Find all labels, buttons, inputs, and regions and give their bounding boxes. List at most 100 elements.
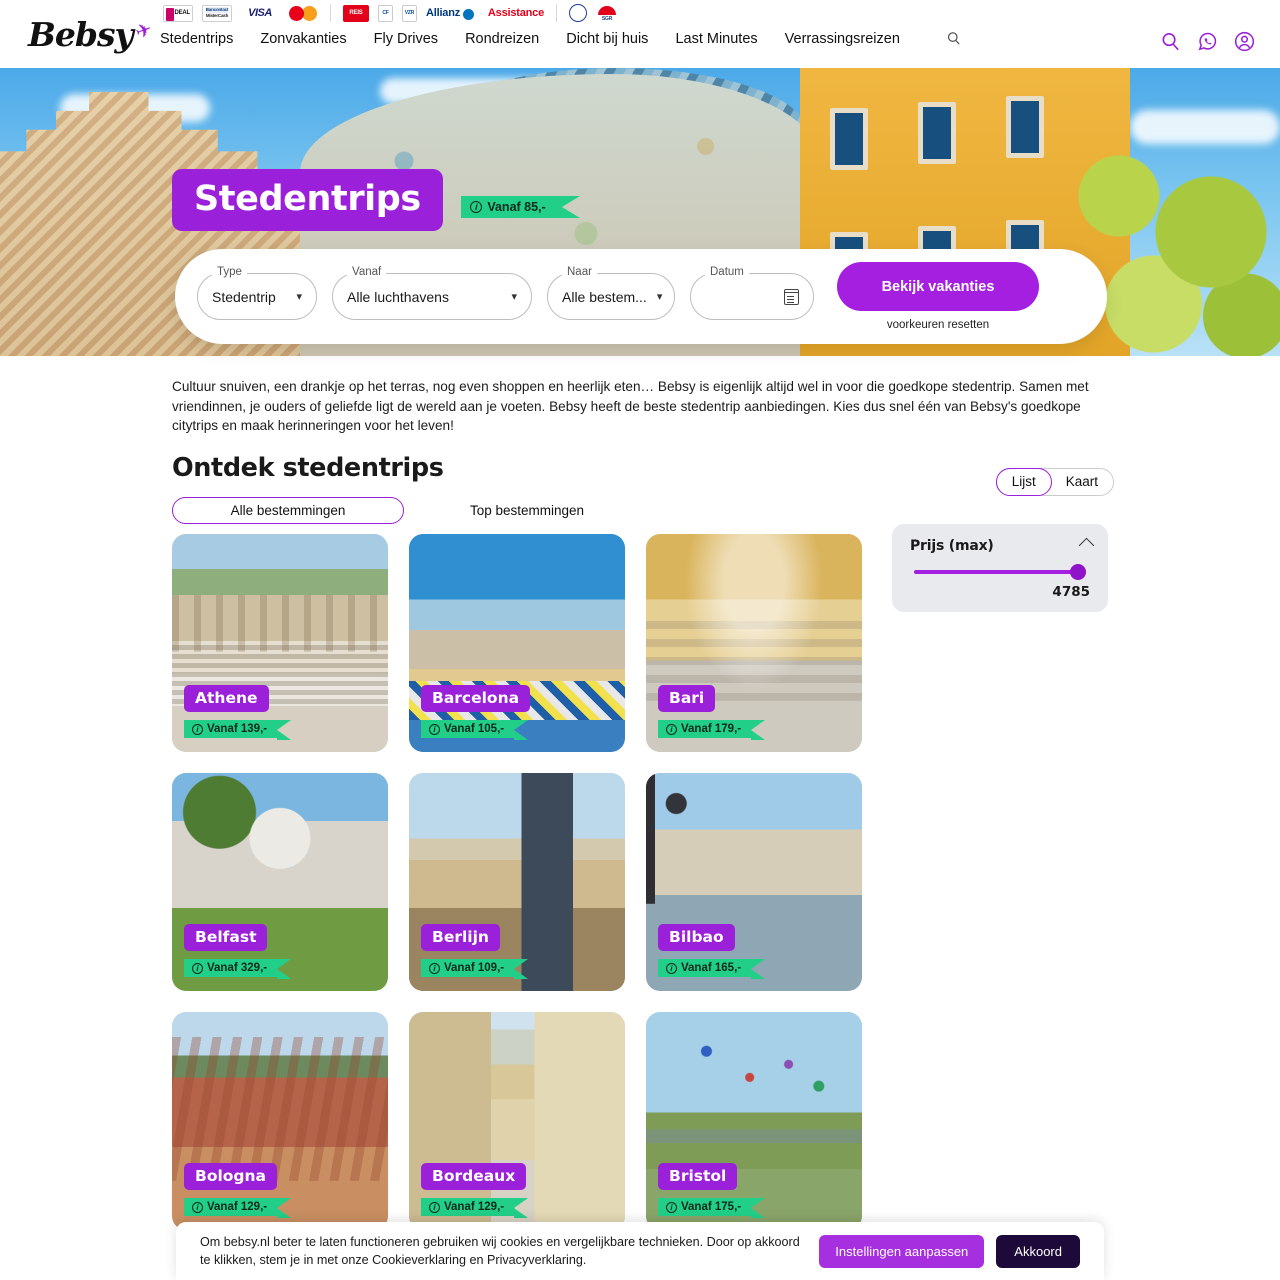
card-city-label: Bologna <box>184 1163 278 1190</box>
bancontact-mistercash-logo: Bancontact MisterCash <box>202 4 232 22</box>
type-label: Type <box>212 266 247 278</box>
info-icon: i <box>192 962 203 974</box>
nav-item-dicht-bij-huis[interactable]: Dicht bij huis <box>566 31 648 47</box>
card-price-ribbon: i Vanaf 109,- <box>421 958 529 979</box>
nav-item-stedentrips[interactable]: Stedentrips <box>160 31 233 47</box>
info-icon: i <box>429 723 440 735</box>
card-price-label: Vanaf 165,- <box>681 962 742 974</box>
view-toggle-list[interactable]: Lijst <box>995 468 1052 496</box>
nav-item-zonvakanties[interactable]: Zonvakanties <box>260 31 346 47</box>
card-price-label: Vanaf 105,- <box>444 723 505 735</box>
card-price-label: Vanaf 109,- <box>444 962 505 974</box>
destination-card-barcelona[interactable]: Barcelona i Vanaf 105,- <box>409 534 625 752</box>
card-price-label: Vanaf 139,- <box>207 723 268 735</box>
card-price-ribbon: i Vanaf 129,- <box>421 1197 529 1218</box>
destination-card-athene[interactable]: Athene i Vanaf 139,- <box>172 534 388 752</box>
tab-top-bestemmingen[interactable]: Top bestemmingen <box>470 503 584 518</box>
info-icon: i <box>192 1201 203 1213</box>
hero-title-block: Stedentrips i Vanaf 85,- <box>172 169 581 231</box>
hero-price-label: Vanaf 85,- <box>487 200 546 214</box>
mastercard-logo <box>288 4 318 22</box>
card-price-ribbon: i Vanaf 329,- <box>184 958 292 979</box>
destination-card-belfast[interactable]: Belfast i Vanaf 329,- <box>172 773 388 991</box>
cookie-settings-button[interactable]: Instellingen aanpassen <box>819 1234 985 1268</box>
price-slider-handle[interactable] <box>1070 564 1086 580</box>
card-city-label: Belfast <box>184 924 268 951</box>
card-city-label: Athene <box>184 685 269 712</box>
view-toggle-map[interactable]: Kaart <box>1051 469 1113 495</box>
tab-alle-bestemmingen[interactable]: Alle bestemmingen <box>172 497 404 524</box>
price-slider[interactable] <box>914 564 1086 580</box>
card-price-label: Vanaf 129,- <box>207 1201 268 1213</box>
anvr-logo <box>569 4 587 22</box>
visa-logo: VISA <box>241 4 279 22</box>
cookie-button-group: Instellingen aanpassen Akkoord <box>819 1234 1080 1268</box>
header-icon-group <box>1159 30 1256 53</box>
reisgarantie-logo: REIS <box>343 4 369 22</box>
card-price-ribbon: i Vanaf 105,- <box>421 719 529 740</box>
chevron-down-icon: ▾ <box>296 291 302 303</box>
card-city-label: Bari <box>658 685 716 712</box>
destination-card-bristol[interactable]: Bristol i Vanaf 175,- <box>646 1012 862 1230</box>
calendar-icon <box>783 288 800 305</box>
destination-card-bologna[interactable]: Bologna i Vanaf 129,- <box>172 1012 388 1230</box>
destination-tabs: Alle bestemmingen Top bestemmingen <box>172 497 584 524</box>
info-icon: i <box>470 201 483 213</box>
hero-price-ribbon: i Vanaf 85,- <box>461 196 581 218</box>
view-toggle: Lijst Kaart <box>995 468 1114 496</box>
airplane-icon: ✈ <box>132 18 156 45</box>
price-filter-title: Prijs (max) <box>910 538 994 554</box>
destination-card-bilbao[interactable]: Bilbao i Vanaf 165,- <box>646 773 862 991</box>
logo-wordmark: Bebsy <box>28 15 134 54</box>
cookie-accept-button[interactable]: Akkoord <box>996 1234 1080 1268</box>
search-panel: Type Stedentrip ▾ Vanaf Alle luchthavens… <box>175 249 1107 344</box>
departure-value: Alle luchthavens <box>347 288 449 305</box>
chevron-down-icon: ▾ <box>511 291 517 303</box>
whatsapp-icon[interactable] <box>1196 30 1219 53</box>
allianz-assistance-logo: Allianz Assistance <box>426 4 544 22</box>
view-holidays-button[interactable]: Bekijk vakanties <box>837 262 1039 311</box>
destination-grid: Athene i Vanaf 139,- Barcelona i Vanaf 1… <box>172 534 868 1230</box>
search-icon[interactable] <box>1159 30 1182 53</box>
reset-preferences-link[interactable]: voorkeuren resetten <box>887 319 989 331</box>
card-city-label: Bilbao <box>658 924 735 951</box>
price-filter-value: 4785 <box>1052 584 1090 600</box>
card-city-label: Bordeaux <box>421 1163 527 1190</box>
date-label: Datum <box>705 266 749 278</box>
site-logo[interactable]: Bebsy ✈ <box>28 14 156 56</box>
info-icon: i <box>429 1201 440 1213</box>
card-price-ribbon: i Vanaf 175,- <box>658 1197 766 1218</box>
info-icon: i <box>192 723 203 735</box>
card-city-label: Bristol <box>658 1163 738 1190</box>
destination-card-berlijn[interactable]: Berlijn i Vanaf 109,- <box>409 773 625 991</box>
departure-select[interactable]: Vanaf Alle luchthavens ▾ <box>332 266 532 320</box>
destination-select[interactable]: Naar Alle bestem... ▾ <box>547 266 675 320</box>
account-icon[interactable] <box>1233 30 1256 53</box>
destination-card-bari[interactable]: Bari i Vanaf 179,- <box>646 534 862 752</box>
destination-card-bordeaux[interactable]: Bordeaux i Vanaf 129,- <box>409 1012 625 1230</box>
search-action-group: Bekijk vakanties voorkeuren resetten <box>837 262 1039 331</box>
cookie-banner: Om bebsy.nl beter te laten functioneren … <box>176 1222 1104 1280</box>
date-input[interactable]: Datum <box>690 266 814 320</box>
nav-search-icon[interactable] <box>945 30 962 47</box>
divider <box>330 4 331 22</box>
info-icon: i <box>666 723 677 735</box>
type-select[interactable]: Type Stedentrip ▾ <box>197 266 317 320</box>
site-header: DEAL Bancontact MisterCash VISA REIS CF V… <box>0 0 1280 68</box>
nav-item-fly-drives[interactable]: Fly Drives <box>374 31 438 47</box>
card-price-ribbon: i Vanaf 129,- <box>184 1197 292 1218</box>
destination-value: Alle bestem... <box>562 288 647 305</box>
destination-label: Naar <box>562 266 597 278</box>
main-navigation: Stedentrips Zonvakanties Fly Drives Rond… <box>160 30 962 47</box>
nav-item-verrassingsreizen[interactable]: Verrassingsreizen <box>785 31 900 47</box>
card-price-label: Vanaf 329,- <box>207 962 268 974</box>
trust-logo-bar: DEAL Bancontact MisterCash VISA REIS CF V… <box>163 2 618 24</box>
nav-item-last-minutes[interactable]: Last Minutes <box>675 31 757 47</box>
vzr-garant-logo: VZR <box>402 4 417 22</box>
card-price-ribbon: i Vanaf 165,- <box>658 958 766 979</box>
card-price-label: Vanaf 175,- <box>681 1201 742 1213</box>
card-price-label: Vanaf 179,- <box>681 723 742 735</box>
hero-title: Stedentrips <box>172 169 443 231</box>
type-value: Stedentrip <box>212 288 276 305</box>
nav-item-rondreizen[interactable]: Rondreizen <box>465 31 539 47</box>
